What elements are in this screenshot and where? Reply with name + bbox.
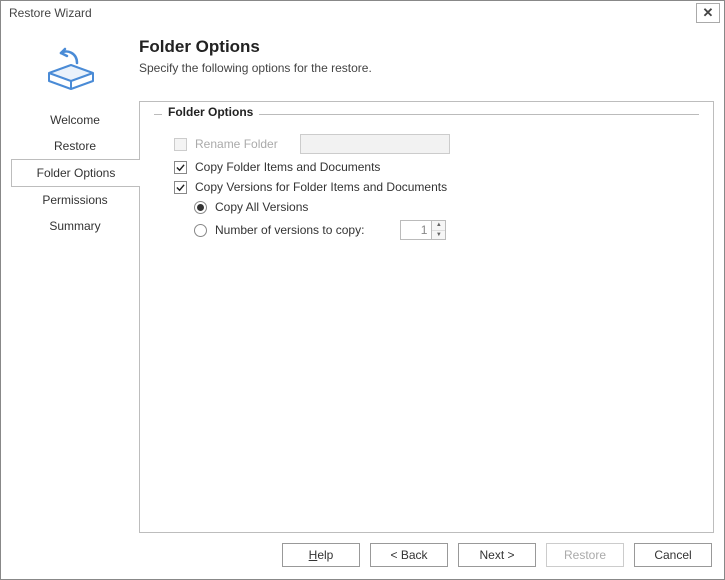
sidebar-item-folder-options[interactable]: Folder Options [11,159,140,187]
spinner-up-button[interactable]: ▲ [432,221,445,231]
copy-all-versions-radio[interactable] [194,201,207,214]
button-row: Help < Back Next > Restore Cancel [11,533,714,569]
window-title: Restore Wizard [9,6,696,20]
sidebar-item-welcome[interactable]: Welcome [11,107,139,133]
number-versions-radio[interactable] [194,224,207,237]
sidebar-item-permissions[interactable]: Permissions [11,187,139,213]
body: Folder Options Specify the following opt… [1,25,724,579]
cancel-label: Cancel [654,548,691,562]
close-button[interactable]: ✕ [696,3,720,23]
next-label: Next > [479,548,514,562]
rename-folder-label: Rename Folder [195,137,278,151]
check-icon [176,163,185,172]
sidebar-item-label: Summary [49,219,100,233]
folder-options-group: Folder Options Rename Folder Copy Folder… [154,114,699,258]
row-rename-folder: Rename Folder [166,134,687,154]
sidebar-item-label: Welcome [50,113,100,127]
wizard-icon-wrap [11,37,131,91]
back-button[interactable]: < Back [370,543,448,567]
check-icon [176,183,185,192]
main-row: Welcome Restore Folder Options Permissio… [11,101,714,533]
copy-all-versions-label: Copy All Versions [215,200,308,214]
header-text: Folder Options Specify the following opt… [131,37,714,75]
chevron-down-icon: ▼ [436,232,442,238]
row-copy-items: Copy Folder Items and Documents [166,160,687,174]
spinner-down-button[interactable]: ▼ [432,231,445,240]
versions-spinner[interactable]: ▲ ▼ [400,220,446,240]
copy-versions-label: Copy Versions for Folder Items and Docum… [195,180,447,194]
row-copy-all-versions: Copy All Versions [166,200,687,214]
help-label-rest: elp [317,548,333,562]
page-subtitle: Specify the following options for the re… [139,61,714,75]
versions-spinner-input[interactable] [401,221,431,239]
restore-label: Restore [564,548,606,562]
number-versions-label: Number of versions to copy: [215,223,364,237]
restore-button: Restore [546,543,624,567]
sidebar: Welcome Restore Folder Options Permissio… [11,101,139,533]
group-legend: Folder Options [162,105,259,119]
sidebar-item-label: Permissions [42,193,107,207]
copy-versions-checkbox[interactable] [174,181,187,194]
titlebar: Restore Wizard ✕ [1,1,724,25]
rename-folder-input [300,134,450,154]
next-button[interactable]: Next > [458,543,536,567]
content-panel: Folder Options Rename Folder Copy Folder… [139,101,714,533]
close-icon: ✕ [703,5,714,21]
page-title: Folder Options [139,37,714,57]
row-number-versions: Number of versions to copy: ▲ ▼ [166,220,687,240]
sidebar-item-summary[interactable]: Summary [11,213,139,239]
cancel-button[interactable]: Cancel [634,543,712,567]
rename-folder-checkbox [174,138,187,151]
sidebar-item-label: Restore [54,139,96,153]
copy-items-label: Copy Folder Items and Documents [195,160,380,174]
sidebar-item-restore[interactable]: Restore [11,133,139,159]
page-header: Folder Options Specify the following opt… [11,31,714,101]
help-button[interactable]: Help [282,543,360,567]
back-label: < Back [390,548,427,562]
row-copy-versions: Copy Versions for Folder Items and Docum… [166,180,687,194]
radio-dot-icon [197,204,204,211]
restore-icon [41,41,101,91]
chevron-up-icon: ▲ [436,222,442,228]
copy-items-checkbox[interactable] [174,161,187,174]
sidebar-item-label: Folder Options [37,166,116,180]
restore-wizard-window: Restore Wizard ✕ [0,0,725,580]
